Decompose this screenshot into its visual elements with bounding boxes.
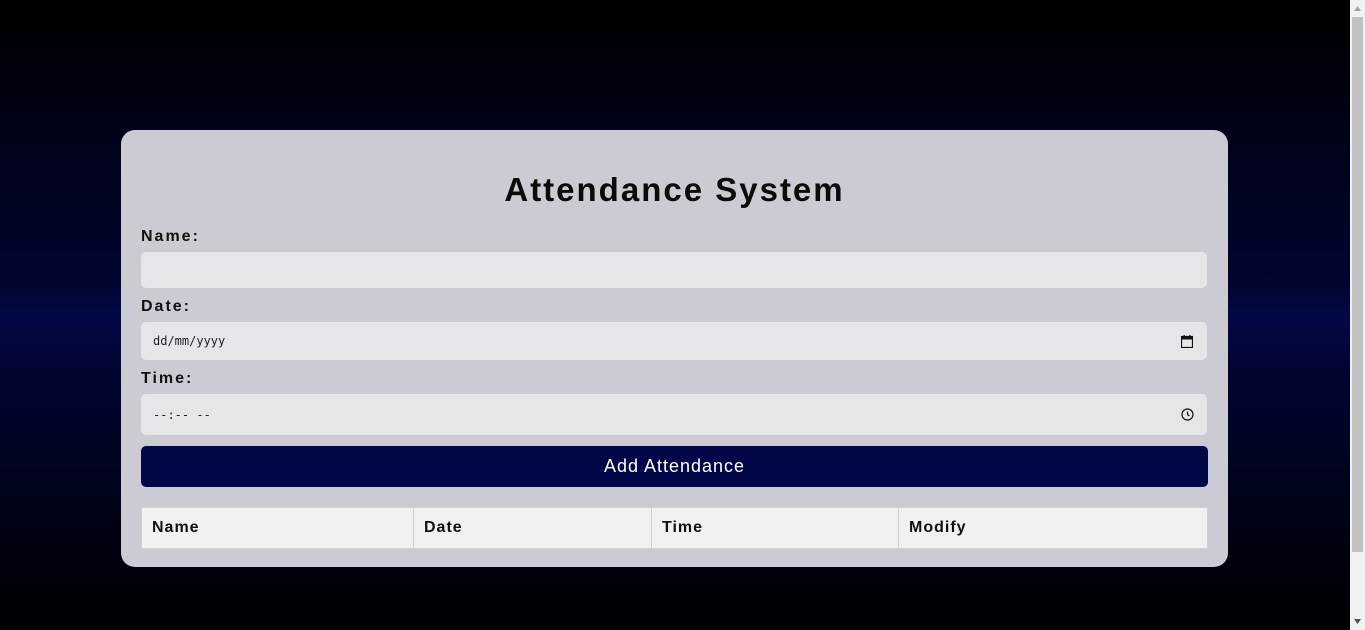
scroll-down-arrow-icon[interactable] bbox=[1350, 613, 1365, 630]
vertical-scrollbar[interactable] bbox=[1350, 0, 1365, 630]
time-input[interactable]: --:-- -- bbox=[141, 394, 1207, 435]
clock-icon[interactable] bbox=[1180, 408, 1194, 422]
scrollbar-thumb[interactable] bbox=[1352, 17, 1363, 552]
date-label: Date: bbox=[141, 298, 192, 315]
add-attendance-button[interactable]: Add Attendance bbox=[141, 446, 1208, 487]
time-input-placeholder: --:-- -- bbox=[153, 407, 211, 422]
calendar-icon[interactable] bbox=[1180, 334, 1194, 348]
time-label: Time: bbox=[141, 370, 194, 387]
table-header-row: Name Date Time Modify bbox=[141, 507, 1208, 549]
column-header-time: Time bbox=[651, 507, 899, 549]
column-header-date: Date bbox=[413, 507, 652, 549]
scroll-up-arrow-icon[interactable] bbox=[1350, 0, 1365, 17]
attendance-card: Attendance System Name: Date: dd/mm/yyyy… bbox=[121, 130, 1228, 567]
name-input[interactable] bbox=[141, 252, 1207, 288]
column-header-modify: Modify bbox=[898, 507, 1208, 549]
column-header-name: Name bbox=[141, 507, 414, 549]
page-title: Attendance System bbox=[504, 171, 845, 208]
date-input[interactable]: dd/mm/yyyy bbox=[141, 322, 1207, 360]
name-label: Name: bbox=[141, 228, 200, 245]
attendance-table: Name Date Time Modify bbox=[141, 507, 1208, 549]
date-input-placeholder: dd/mm/yyyy bbox=[153, 334, 226, 348]
